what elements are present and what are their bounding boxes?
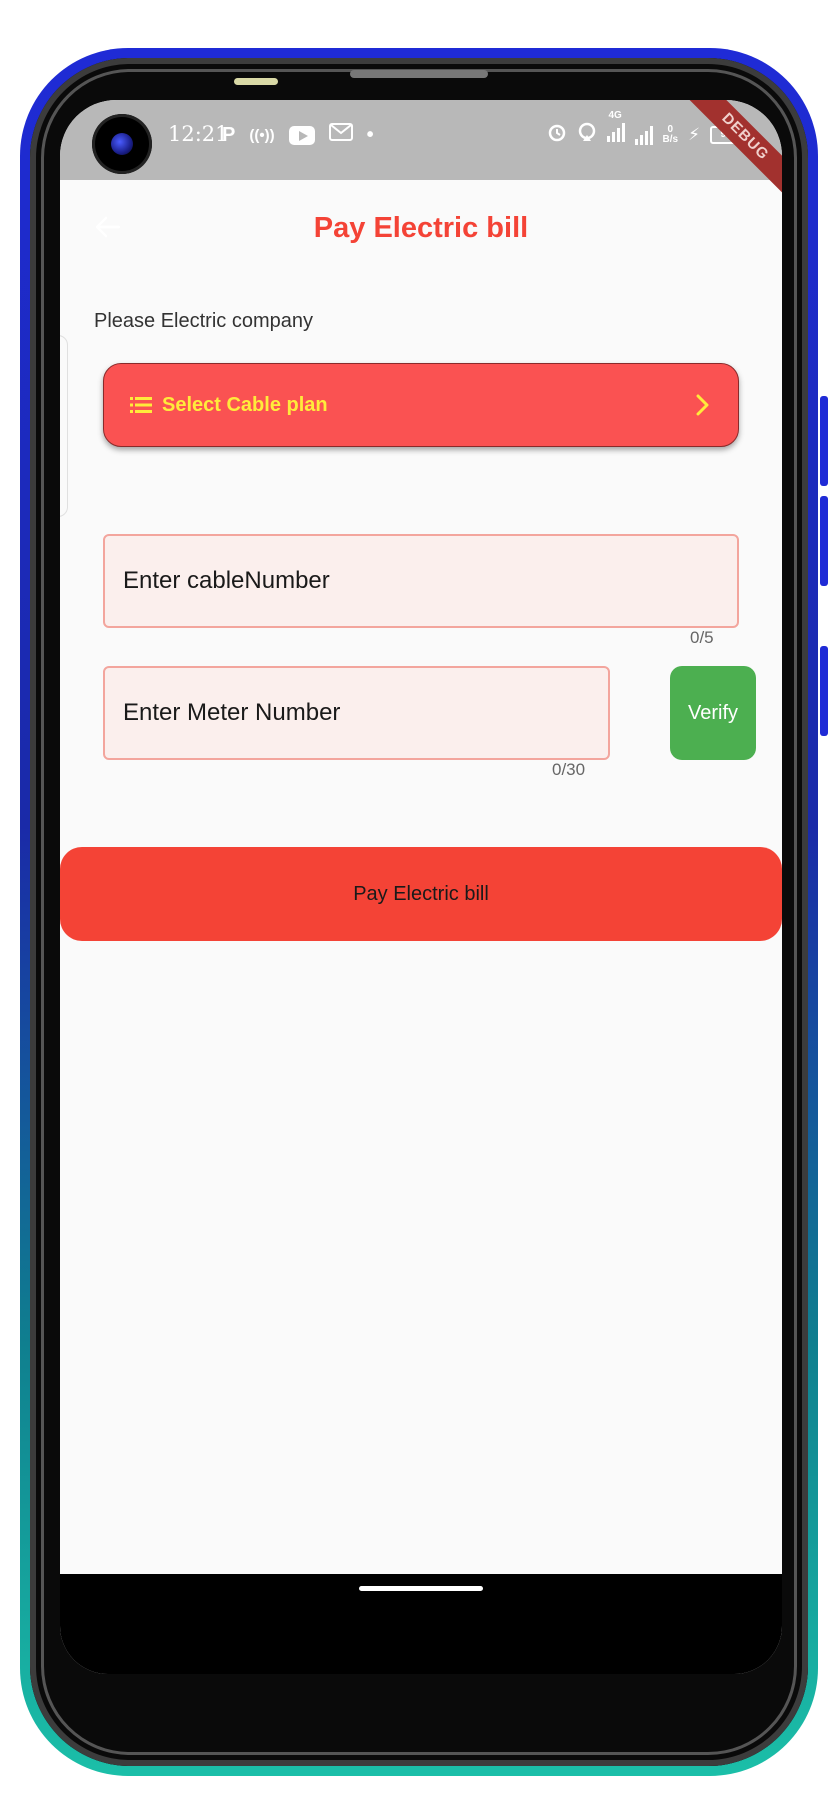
hotspot-icon: ((•)) [249, 126, 275, 144]
front-camera [92, 114, 152, 174]
phone-sensor [234, 78, 278, 85]
data-speed-value: 0 [667, 123, 674, 135]
status-right-icons: 4G 0 B/s ⚡ 94 [547, 110, 742, 147]
list-icon [130, 397, 152, 413]
cable-number-counter: 0/5 [690, 628, 714, 647]
meter-number-counter: 0/30 [552, 760, 586, 779]
home-indicator[interactable] [359, 1586, 483, 1591]
youtube-icon [288, 125, 315, 145]
status-left-icons: P ((•)) • [222, 122, 374, 148]
app-screen: 12:21 P ((•)) • 4G 0 B/s ⚡ DEBUG Pay Ele… [60, 100, 782, 1674]
page-title: Pay Electric bill [313, 212, 529, 244]
meter-number-input[interactable]: Enter Meter Number [103, 666, 610, 760]
status-bar: 12:21 P ((•)) • 4G 0 B/s ⚡ DEBUG [60, 100, 782, 200]
verify-button[interactable]: Verify [670, 666, 756, 760]
navigation-bar [60, 1574, 782, 1674]
select-cable-plan-label: Select Cable plan [162, 393, 328, 416]
signal-4g-icon: 4G [606, 110, 625, 147]
pay-electric-bill-button[interactable]: Pay Electric bill [60, 847, 782, 941]
app-bar: Pay Electric bill [60, 180, 782, 270]
phone-side-button [820, 646, 828, 736]
dot-icon: • [366, 123, 374, 146]
network-type-label: 4G [608, 110, 622, 121]
data-speed-unit: B/s [662, 133, 679, 145]
parking-icon: P [222, 123, 236, 146]
chevron-right-icon [696, 394, 709, 416]
charging-icon: ⚡ [688, 124, 700, 144]
select-cable-plan-button[interactable]: Select Cable plan [103, 363, 739, 447]
status-time: 12:21 [168, 122, 229, 146]
signal-icon [634, 125, 653, 145]
company-prompt-label: Please Electric company [94, 310, 313, 332]
background-card [60, 335, 68, 517]
gmail-icon [328, 122, 353, 148]
airplay-icon [577, 122, 597, 147]
alarm-icon [547, 122, 567, 147]
phone-side-button [820, 396, 828, 486]
cable-number-input[interactable]: Enter cableNumber [103, 534, 739, 628]
phone-side-button [820, 496, 828, 586]
phone-speaker [350, 70, 488, 78]
data-speed-icon: 0 B/s [662, 123, 679, 145]
